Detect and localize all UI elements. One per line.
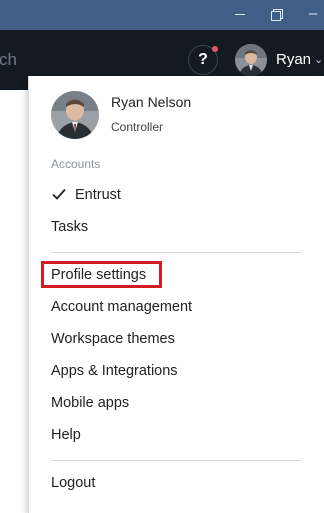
help-item[interactable]: Help: [51, 427, 81, 443]
user-dropdown-menu: [28, 76, 324, 513]
minimize-icon[interactable]: [229, 4, 251, 24]
profile-name: Ryan Nelson: [111, 94, 192, 110]
avatar-photo-icon: [235, 44, 267, 76]
header-user-name[interactable]: Ryan: [276, 51, 311, 68]
apps-integrations-item[interactable]: Apps & Integrations: [51, 363, 178, 379]
user-avatar-small[interactable]: [235, 44, 267, 76]
highlight-box: [41, 261, 162, 288]
menu-divider: [51, 252, 302, 253]
profile-role: Controller: [111, 120, 164, 134]
avatar-photo-icon: [51, 91, 99, 139]
account-item-entrust[interactable]: Entrust: [75, 187, 121, 203]
user-avatar-large: [51, 91, 99, 139]
mobile-apps-item[interactable]: Mobile apps: [51, 395, 129, 411]
account-management-item[interactable]: Account management: [51, 299, 192, 315]
close-icon[interactable]: –: [302, 4, 324, 24]
checkmark-icon: [51, 186, 67, 202]
accounts-section-label: Accounts: [51, 157, 101, 171]
chevron-down-icon[interactable]: ⌄: [314, 53, 323, 66]
search-input[interactable]: ch: [0, 50, 17, 70]
logout-item[interactable]: Logout: [51, 475, 95, 491]
menu-divider: [51, 460, 302, 461]
notification-dot: [212, 46, 218, 52]
account-item-tasks[interactable]: Tasks: [51, 219, 88, 235]
restore-icon[interactable]: [266, 4, 288, 24]
workspace-themes-item[interactable]: Workspace themes: [51, 331, 175, 347]
